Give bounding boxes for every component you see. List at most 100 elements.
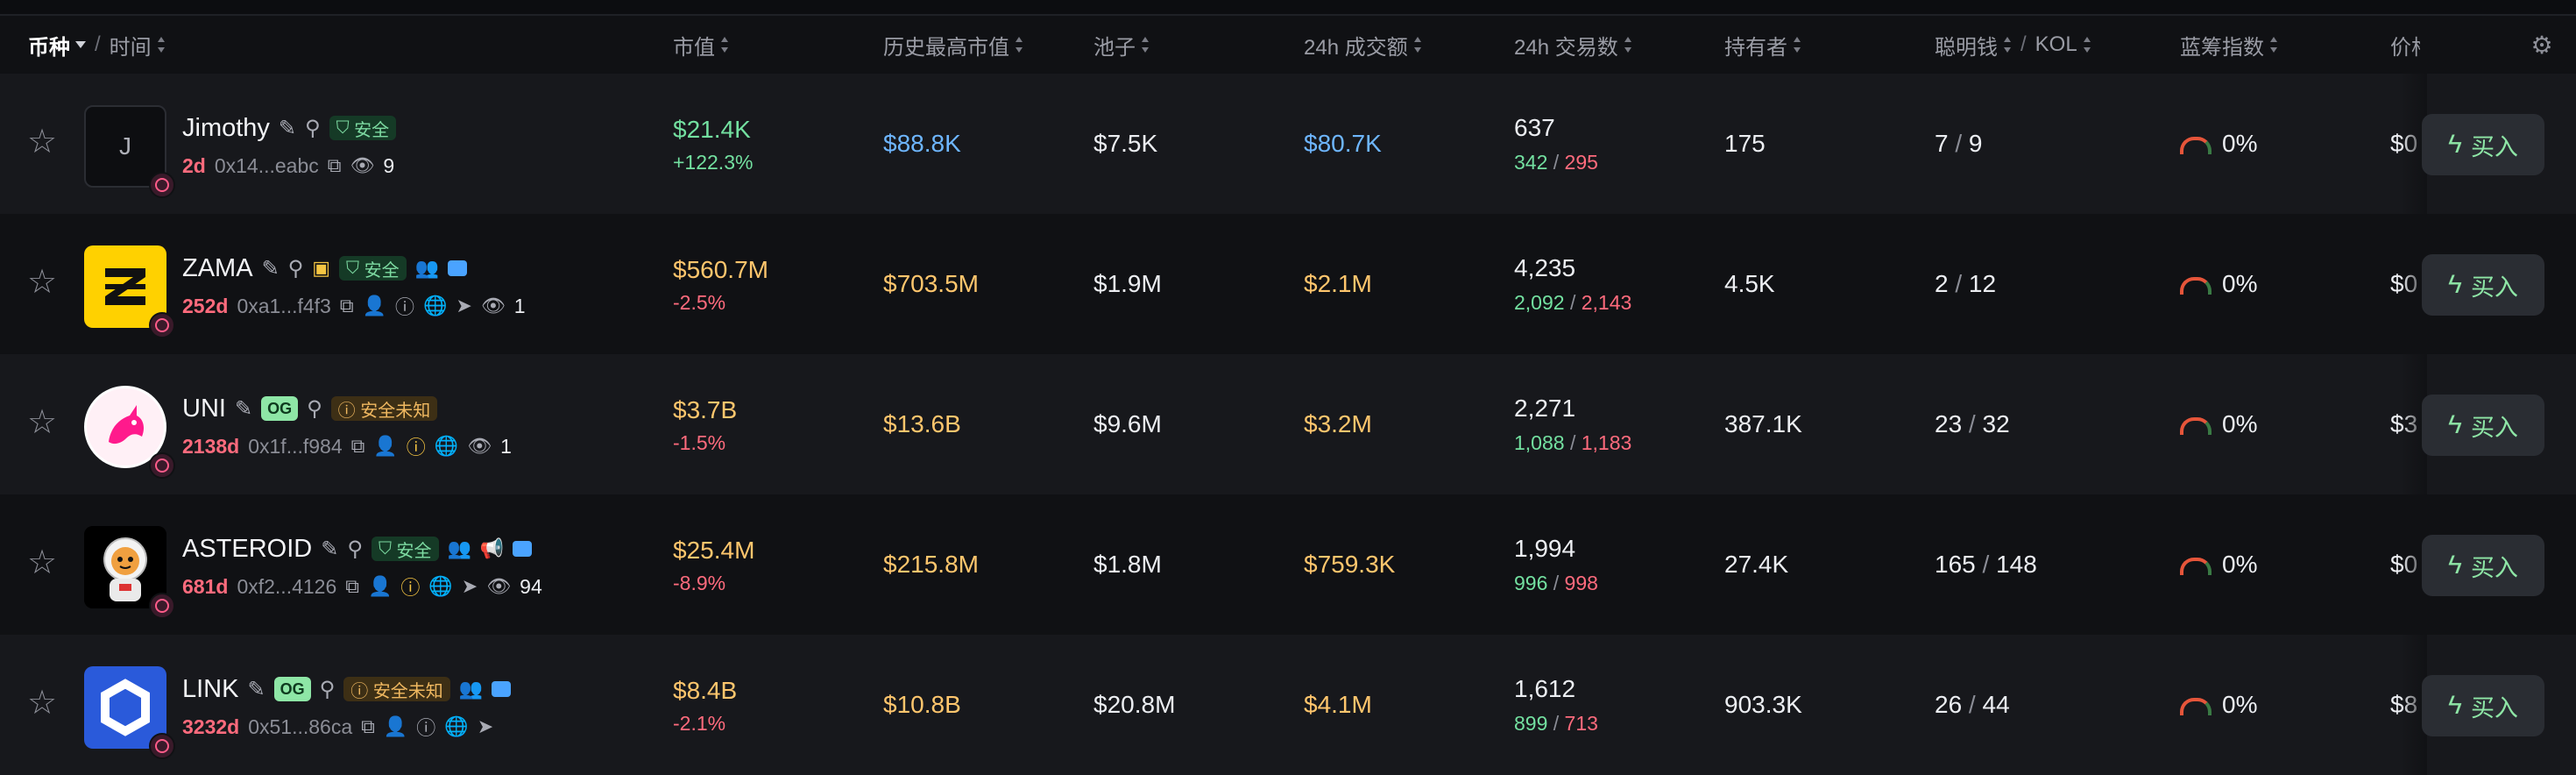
header-bluechip[interactable]: 蓝筹指数 xyxy=(2180,16,2278,74)
search-icon[interactable]: ⚲ xyxy=(288,256,304,281)
megaphone-icon: 📢 xyxy=(479,537,505,559)
copy-icon[interactable]: ⧉ xyxy=(361,715,375,738)
safety-badge[interactable]: ⛉ 安全 xyxy=(329,116,397,140)
sort-mcap-icon[interactable] xyxy=(720,36,729,53)
edit-icon[interactable]: ✎ xyxy=(279,116,296,141)
volume-24h: $759.3K xyxy=(1304,551,1396,578)
globe-icon[interactable]: 🌐 xyxy=(428,575,452,598)
header-price[interactable]: 价格 xyxy=(2390,16,2420,74)
smart-kol: 165 / 148 xyxy=(1935,551,2037,579)
sort-txs-icon[interactable] xyxy=(1624,36,1632,53)
header-separator: / xyxy=(95,32,101,56)
user-icon[interactable]: 👤 xyxy=(363,295,386,317)
safety-badge[interactable]: ⛉ 安全 xyxy=(339,256,407,281)
edit-icon[interactable]: ✎ xyxy=(235,396,252,422)
table-row[interactable]: ☆ J Jimothy ✎ ⚲ ⛉ 安全 2d 0x14...eabc ⧉ 👁 … xyxy=(0,74,2576,214)
table-row[interactable]: ☆ LINK ✎ OG ⚲ ⓘ 安全未知 👥 3232d 0x51...86ca… xyxy=(0,635,2576,775)
contract-address[interactable]: 0x51...86ca xyxy=(248,715,352,739)
market-cap-change: -1.5% xyxy=(673,431,726,454)
info-icon[interactable]: ⓘ xyxy=(416,713,435,741)
contract-address[interactable]: 0xf2...4126 xyxy=(237,575,336,599)
globe-icon[interactable]: 🌐 xyxy=(423,295,447,317)
warning-icon[interactable]: ⓘ xyxy=(407,432,426,460)
sort-bluechip-icon[interactable] xyxy=(2269,36,2278,53)
edit-icon[interactable]: ✎ xyxy=(247,677,265,702)
token-name[interactable]: ZAMA xyxy=(182,254,253,283)
buy-button[interactable]: ϟ 买入 xyxy=(2422,395,2544,456)
contract-address[interactable]: 0xa1...f4f3 xyxy=(237,295,330,318)
search-icon[interactable]: ⚲ xyxy=(307,396,322,422)
buy-button[interactable]: ϟ 买入 xyxy=(2422,254,2544,316)
header-time[interactable]: 时间 xyxy=(110,30,152,60)
user-icon[interactable]: 👤 xyxy=(373,435,397,458)
header-pool[interactable]: 池子 xyxy=(1093,16,1150,74)
telegram-icon[interactable]: ➤ xyxy=(456,295,471,317)
telegram-icon[interactable]: ➤ xyxy=(478,715,493,738)
table-row[interactable]: ☆ UNI ✎ OG ⚲ ⓘ 安全未知 2138d 0x1f...f984 ⧉ … xyxy=(0,354,2576,494)
header-mcap[interactable]: 市值 xyxy=(673,16,729,74)
market-cap: $3.7B xyxy=(673,396,738,423)
edit-icon[interactable]: ✎ xyxy=(321,537,338,562)
user-icon[interactable]: 👤 xyxy=(368,575,392,598)
chat-icon[interactable] xyxy=(492,681,512,697)
slash: / xyxy=(1975,551,1997,578)
favorite-star-icon[interactable]: ☆ xyxy=(25,265,60,300)
safety-badge[interactable]: ⓘ 安全未知 xyxy=(343,677,450,701)
globe-icon[interactable]: 🌐 xyxy=(444,715,468,738)
txs-24h: 2,271 xyxy=(1514,395,1576,422)
buy-button[interactable]: ϟ 买入 xyxy=(2422,675,2544,736)
sort-kol-icon[interactable] xyxy=(2083,36,2091,53)
safety-badge[interactable]: ⛉ 安全 xyxy=(371,537,439,561)
buys-sells: 1,088 / 1,183 xyxy=(1514,431,1631,455)
header-ath[interactable]: 历史最高市值 xyxy=(883,16,1023,74)
txs-24h: 4,235 xyxy=(1514,254,1576,281)
table-row[interactable]: ☆ ASTEROID ✎ ⚲ ⛉ 安全 👥 📢 681d 0xf2...4126… xyxy=(0,494,2576,635)
token-name[interactable]: LINK xyxy=(182,675,238,704)
favorite-star-icon[interactable]: ☆ xyxy=(25,545,60,580)
token-dropdown-icon[interactable] xyxy=(75,41,86,48)
token-name[interactable]: ASTEROID xyxy=(182,535,312,564)
telegram-icon[interactable]: ➤ xyxy=(462,575,478,598)
sort-smart-icon[interactable] xyxy=(2003,36,2012,53)
token-name[interactable]: UNI xyxy=(182,395,226,423)
sort-pool-icon[interactable] xyxy=(1141,36,1150,53)
contract-address[interactable]: 0x1f...f984 xyxy=(248,435,342,459)
holders: 903.3K xyxy=(1724,691,1802,718)
settings-gear-icon[interactable]: ⚙ xyxy=(2513,16,2571,74)
sort-volume-icon[interactable] xyxy=(1413,36,1422,53)
buy-button[interactable]: ϟ 买入 xyxy=(2422,114,2544,175)
header-token[interactable]: 币种 xyxy=(28,30,70,60)
sort-holders-icon[interactable] xyxy=(1793,36,1801,53)
market-cap: $21.4K xyxy=(673,116,751,143)
copy-icon[interactable]: ⧉ xyxy=(328,154,342,177)
info-icon[interactable]: ⓘ xyxy=(395,292,414,320)
safety-badge[interactable]: ⓘ 安全未知 xyxy=(330,396,438,421)
copy-icon[interactable]: ⧉ xyxy=(340,295,354,317)
header-txs[interactable]: 24h 交易数 xyxy=(1514,16,1632,74)
header-volume[interactable]: 24h 成交额 xyxy=(1304,16,1422,74)
sell-count: 1,183 xyxy=(1581,431,1632,454)
search-icon[interactable]: ⚲ xyxy=(347,537,363,562)
volume-24h: $4.1M xyxy=(1304,691,1372,718)
warning-icon[interactable]: ⓘ xyxy=(400,572,420,601)
globe-icon[interactable]: 🌐 xyxy=(435,435,458,458)
header-holders[interactable]: 持有者 xyxy=(1724,16,1801,74)
edit-icon[interactable]: ✎ xyxy=(262,256,280,281)
buy-button[interactable]: ϟ 买入 xyxy=(2422,535,2544,596)
favorite-star-icon[interactable]: ☆ xyxy=(25,686,60,721)
token-name[interactable]: Jimothy xyxy=(182,114,270,143)
chat-icon[interactable] xyxy=(513,541,533,557)
favorite-star-icon[interactable]: ☆ xyxy=(25,405,60,440)
chat-icon[interactable] xyxy=(448,260,468,276)
sort-time-icon[interactable] xyxy=(157,36,166,53)
sort-ath-icon[interactable] xyxy=(1015,36,1023,53)
search-icon[interactable]: ⚲ xyxy=(305,116,321,141)
copy-icon[interactable]: ⧉ xyxy=(351,435,365,458)
favorite-star-icon[interactable]: ☆ xyxy=(25,124,60,160)
header-smart-kol[interactable]: 聪明钱 / KOL xyxy=(1935,16,2091,74)
table-row[interactable]: ☆ ZAMA ✎ ⚲ ▣ ⛉ 安全 👥 252d 0xa1...f4f3 ⧉ 👤… xyxy=(0,214,2576,354)
user-icon[interactable]: 👤 xyxy=(384,715,407,738)
copy-icon[interactable]: ⧉ xyxy=(345,575,359,598)
contract-address[interactable]: 0x14...eabc xyxy=(215,154,319,178)
search-icon[interactable]: ⚲ xyxy=(320,677,336,702)
